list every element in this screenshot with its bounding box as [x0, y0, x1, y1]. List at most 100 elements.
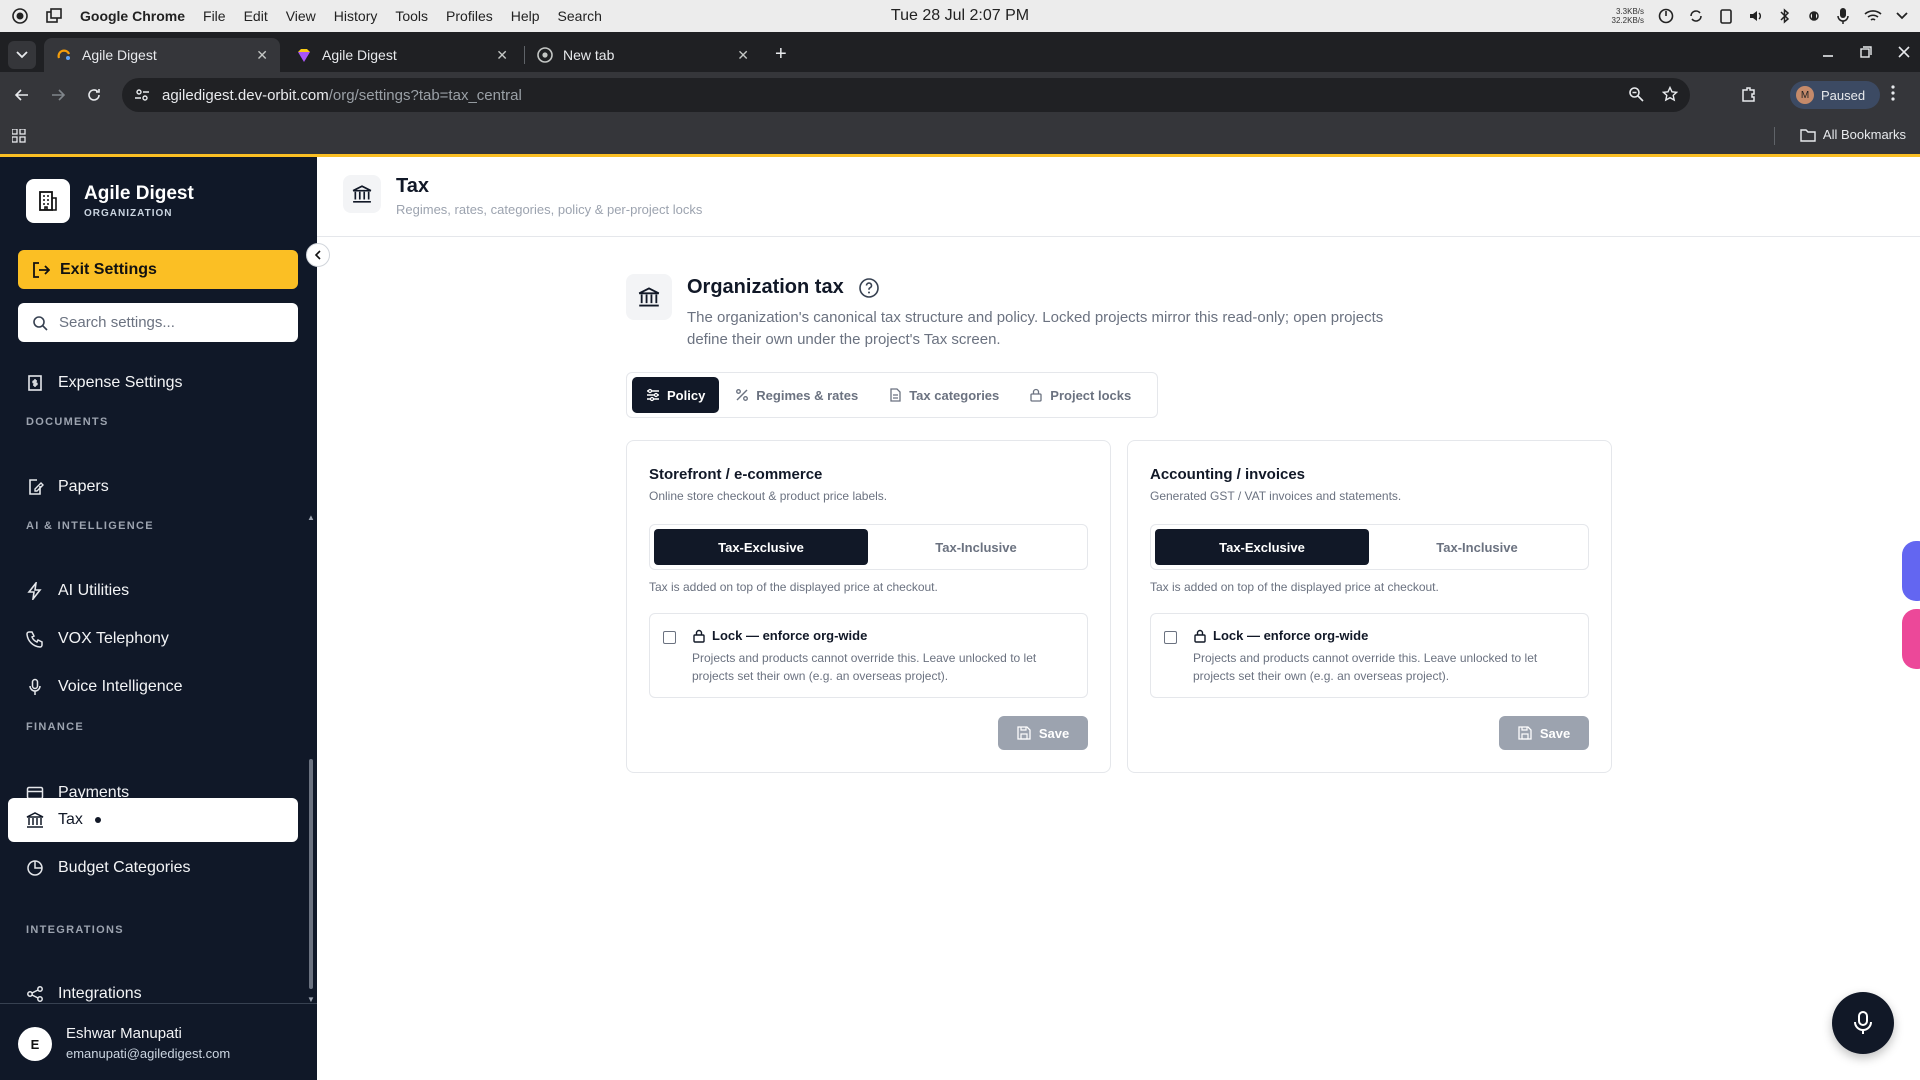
sidebar-item-vox-telephony[interactable]: VOX Telephony	[8, 617, 298, 661]
tax-exclusive-option[interactable]: Tax-Exclusive	[1155, 529, 1369, 565]
collapse-sidebar-button[interactable]	[306, 243, 330, 267]
sidebar-item-budget-categories[interactable]: Budget Categories	[8, 846, 298, 890]
volume-icon[interactable]	[1748, 8, 1764, 24]
tab-regimes-rates[interactable]: Regimes & rates	[721, 377, 872, 413]
tax-inclusive-option[interactable]: Tax-Inclusive	[1370, 529, 1584, 565]
floating-widget-pink[interactable]	[1902, 609, 1920, 669]
wifi-icon[interactable]	[1864, 9, 1882, 23]
menu-help[interactable]: Help	[511, 8, 540, 24]
sidebar-item-voice-intelligence[interactable]: Voice Intelligence	[8, 665, 298, 709]
save-button[interactable]: Save	[998, 716, 1088, 750]
menu-history[interactable]: History	[334, 8, 378, 24]
save-label: Save	[1038, 725, 1070, 741]
exit-icon	[33, 261, 50, 278]
zoom-icon[interactable]	[1628, 86, 1644, 102]
lock-icon	[693, 629, 705, 643]
os-app-name[interactable]: Google Chrome	[80, 8, 185, 24]
menu-file[interactable]: File	[203, 8, 226, 24]
lock-description: Projects and products cannot override th…	[692, 651, 1037, 683]
minimize-icon[interactable]	[1822, 46, 1834, 58]
window-switch-icon[interactable]	[46, 8, 62, 24]
brightness-icon[interactable]	[1806, 8, 1822, 24]
sidebar-heading-documents: DOCUMENTS	[26, 416, 109, 428]
tab-project-locks[interactable]: Project locks	[1015, 377, 1145, 413]
exit-settings-button[interactable]: Exit Settings	[18, 250, 298, 289]
os-logo-icon[interactable]	[12, 8, 28, 24]
apps-grid-icon[interactable]	[12, 129, 26, 143]
microphone-icon[interactable]	[1836, 7, 1850, 25]
sidebar-heading-ai: AI & INTELLIGENCE	[26, 520, 154, 532]
lock-checkbox[interactable]	[1164, 631, 1177, 644]
all-bookmarks-button[interactable]: All Bookmarks	[1800, 127, 1906, 142]
sidebar-item-tax[interactable]: Tax	[8, 798, 298, 842]
sidebar-item-label: Expense Settings	[58, 374, 183, 391]
menu-tools[interactable]: Tools	[395, 8, 428, 24]
power-icon[interactable]	[1658, 8, 1674, 24]
menu-view[interactable]: View	[286, 8, 316, 24]
close-tab-icon[interactable]: ✕	[737, 47, 749, 64]
scroll-up-arrow-icon[interactable]: ▲	[307, 513, 315, 522]
back-arrow-icon[interactable]	[8, 87, 36, 103]
phone-icon	[26, 631, 43, 648]
pie-chart-icon	[27, 860, 43, 876]
user-email: emanupati@agiledigest.com	[66, 1046, 231, 1061]
document-edit-icon	[29, 479, 44, 495]
card-subtitle: Generated GST / VAT invoices and stateme…	[1150, 489, 1402, 503]
close-tab-icon[interactable]: ✕	[256, 47, 268, 64]
bookmarks-bar: All Bookmarks	[0, 118, 1920, 154]
bank-icon	[626, 274, 672, 320]
tab-policy[interactable]: Policy	[632, 377, 720, 413]
tax-exclusive-option[interactable]: Tax-Exclusive	[654, 529, 868, 565]
menu-profiles[interactable]: Profiles	[446, 8, 493, 24]
browser-tab-new-tab[interactable]: New tab ✕	[525, 38, 761, 72]
tax-inclusive-option[interactable]: Tax-Inclusive	[869, 529, 1083, 565]
sidebar-item-label: Integrations	[58, 985, 142, 1002]
org-brand[interactable]: Agile Digest ORGANIZATION	[26, 179, 194, 223]
sidebar-item-papers[interactable]: Papers	[8, 465, 298, 509]
address-bar[interactable]: agiledigest.dev-orbit.com/org/settings?t…	[122, 78, 1690, 112]
receipt-dollar-icon	[28, 375, 42, 391]
lock-checkbox[interactable]	[663, 631, 676, 644]
new-tab-plus-icon[interactable]: +	[775, 43, 787, 66]
card-title: Storefront / e-commerce	[649, 466, 823, 483]
tab-label: Regimes & rates	[756, 387, 859, 403]
menu-edit[interactable]: Edit	[244, 8, 268, 24]
site-info-icon[interactable]	[134, 87, 150, 103]
bookmark-star-icon[interactable]	[1662, 86, 1678, 102]
close-window-icon[interactable]	[1898, 46, 1910, 58]
browser-tab-agile-digest-1[interactable]: Agile Digest ✕	[44, 38, 280, 72]
floating-widget-purple[interactable]	[1902, 541, 1920, 601]
lock-icon	[1030, 388, 1042, 402]
sidebar-scrollbar[interactable]	[309, 759, 313, 989]
forward-arrow-icon[interactable]	[44, 87, 72, 103]
sidebar-item-ai-utilities[interactable]: AI Utilities	[8, 569, 298, 613]
close-tab-icon[interactable]: ✕	[496, 47, 508, 64]
sidebar-item-expense-settings[interactable]: Expense Settings	[8, 361, 298, 405]
tab-search-button[interactable]	[8, 41, 36, 69]
bluetooth-icon[interactable]	[1778, 8, 1792, 24]
system-menu-chevron-icon[interactable]	[1896, 12, 1908, 20]
url-host: agiledigest.dev-orbit.com	[162, 86, 329, 104]
clipboard-icon[interactable]	[1718, 8, 1734, 24]
profile-button[interactable]: M Paused	[1790, 81, 1880, 109]
save-button[interactable]: Save	[1499, 716, 1589, 750]
reload-icon[interactable]	[80, 87, 108, 103]
browser-tab-agile-digest-2[interactable]: Agile Digest ✕	[284, 38, 520, 72]
org-name: Agile Digest	[84, 183, 194, 204]
tax-mode-hint: Tax is added on top of the displayed pri…	[649, 580, 938, 594]
user-profile[interactable]: E Eshwar Manupati emanupati@agiledigest.…	[0, 1003, 317, 1080]
net-down: 32.2KB/s	[1611, 16, 1644, 25]
tab-tax-categories[interactable]: Tax categories	[874, 377, 1013, 413]
sync-icon[interactable]	[1688, 8, 1704, 24]
lightning-icon	[27, 582, 42, 600]
chrome-menu-icon[interactable]	[1891, 85, 1895, 101]
section-title: Organization tax	[687, 276, 880, 299]
profile-avatar: M	[1796, 86, 1814, 104]
save-label: Save	[1539, 725, 1571, 741]
voice-assistant-button[interactable]	[1832, 992, 1894, 1054]
restore-icon[interactable]	[1860, 46, 1872, 58]
menu-search[interactable]: Search	[558, 8, 602, 24]
settings-search-input[interactable]: Search settings...	[18, 303, 298, 342]
help-circle-icon[interactable]	[858, 277, 880, 299]
extensions-puzzle-icon[interactable]	[1740, 85, 1758, 103]
